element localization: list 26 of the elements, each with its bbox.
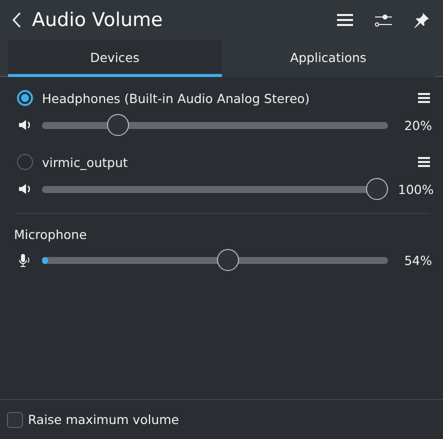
volume-slider[interactable] [42, 249, 388, 271]
volume-slider[interactable] [42, 178, 388, 200]
volume-slider[interactable] [42, 114, 388, 136]
volume-percent: 54% [403, 252, 432, 268]
menu-icon[interactable] [418, 93, 430, 103]
tab[interactable]: Devices [8, 40, 222, 77]
microphone-icon [18, 254, 32, 266]
checkbox-label: Raise maximum volume [28, 412, 179, 427]
menu-icon[interactable] [334, 11, 356, 29]
section-label: Microphone [14, 226, 87, 242]
speaker-icon [18, 119, 32, 131]
volume-percent: 100% [398, 182, 432, 196]
radio-button[interactable] [17, 154, 33, 170]
device-name: Headphones (Built-in Audio Analog Stereo) [42, 90, 311, 106]
input-level-meter [42, 256, 48, 264]
radio-button[interactable] [17, 90, 33, 106]
checkbox[interactable] [7, 412, 23, 428]
menu-icon[interactable] [418, 157, 430, 167]
volume-percent: 20% [403, 118, 432, 132]
device-name: virmic_output [42, 154, 129, 170]
window-title: Audio Volume [32, 9, 164, 31]
speaker-icon [18, 183, 32, 195]
slider-handle[interactable] [106, 114, 129, 136]
back-icon[interactable] [12, 12, 22, 28]
slider-handle[interactable] [216, 249, 239, 271]
slider-handle[interactable] [366, 178, 388, 200]
